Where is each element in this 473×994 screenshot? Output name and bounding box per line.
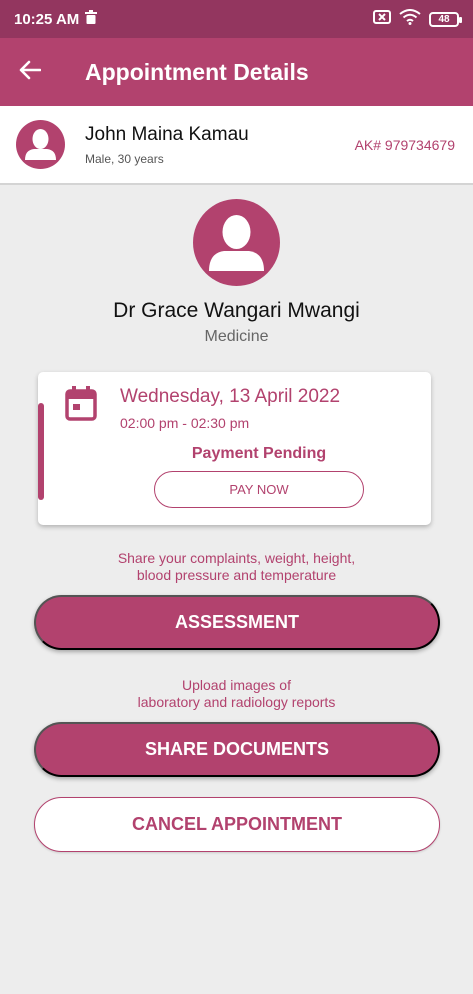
- person-icon: [209, 215, 264, 271]
- wifi-icon: [399, 9, 421, 29]
- patient-name: John Maina Kamau: [85, 123, 249, 145]
- appointment-time: 02:00 pm - 02:30 pm: [120, 415, 250, 431]
- doctor-name: Dr Grace Wangari Mwangi: [113, 299, 360, 322]
- patient-info: John Maina Kamau Male, 30 years: [85, 124, 249, 166]
- appointment-date: Wednesday, 13 April 2022: [120, 386, 341, 407]
- back-button[interactable]: [0, 60, 60, 85]
- battery-icon: 48: [429, 11, 462, 27]
- person-icon: [25, 129, 56, 160]
- card-accent-bar: [38, 403, 44, 500]
- payment-status: Payment Pending: [191, 445, 327, 462]
- documents-hint: Upload images of laboratory and radiolog…: [0, 677, 473, 711]
- app-bar: Appointment Details: [0, 38, 473, 106]
- trash-icon: [85, 10, 98, 28]
- assessment-hint-line2: blood pressure and temperature: [136, 567, 337, 583]
- documents-hint-line2: laboratory and radiology reports: [137, 694, 336, 710]
- assessment-hint-line1: Share your complaints, weight, height,: [117, 550, 356, 566]
- patient-avatar: [16, 120, 65, 169]
- status-time: 10:25 AM: [14, 10, 80, 28]
- share-documents-button[interactable]: SHARE DOCUMENTS: [34, 722, 440, 777]
- pay-now-button[interactable]: PAY NOW: [154, 471, 364, 508]
- calendar-icon: [65, 386, 97, 426]
- documents-hint-line1: Upload images of: [182, 677, 291, 693]
- doctor-department: Medicine: [204, 328, 269, 345]
- patient-meta: Male, 30 years: [85, 151, 164, 166]
- arrow-left-icon: [19, 60, 42, 85]
- status-icons: 48: [373, 9, 462, 29]
- assessment-button[interactable]: ASSESSMENT: [34, 595, 440, 650]
- assessment-hint: Share your complaints, weight, height, b…: [0, 550, 473, 584]
- page-title: Appointment Details: [85, 58, 309, 85]
- doctor-avatar: [193, 199, 280, 286]
- patient-id: AK# 979734679: [354, 136, 455, 153]
- sim-off-icon: [373, 10, 391, 28]
- appointment-card: Wednesday, 13 April 2022 02:00 pm - 02:3…: [38, 372, 431, 525]
- status-bar: 10:25 AM 48: [0, 0, 473, 38]
- cancel-appointment-button[interactable]: CANCEL APPOINTMENT: [34, 797, 440, 852]
- patient-header: John Maina Kamau Male, 30 years AK# 9797…: [0, 106, 473, 185]
